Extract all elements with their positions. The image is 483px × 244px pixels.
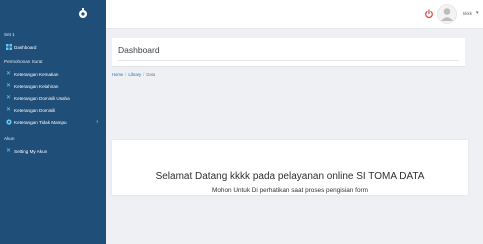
sidebar-item-domisili[interactable]: ✕ Keterangan Domisili [0,104,106,116]
sidebar-section-permohonan: Permohonan Surat [4,59,43,64]
sidebar-item-label: Keterangan Domisili [14,107,56,113]
sidebar-item-tidak-mampu[interactable]: Keterangan Tidak Mampu › [0,116,106,128]
sidebar-toggle-icon[interactable] [76,7,90,21]
welcome-subtext: Mohon Untuk Di perhatikan saat proses pe… [212,187,368,194]
avatar[interactable] [437,4,457,24]
breadcrumb-home[interactable]: Home [112,72,123,77]
sidebar-item-label: Setting My Akun [14,148,48,154]
sidebar-item-label: Keterangan Domisili Usaha [14,95,70,101]
sidebar-top [0,0,106,28]
breadcrumb-library[interactable]: Library [128,72,141,77]
breadcrumb-separator: / [125,72,127,77]
welcome-heading: Selamat Datang kkkk pada pelayanan onlin… [155,171,425,182]
sidebar: Set 1 Dashboard Permohonan Surat ✕ Keter… [0,0,106,244]
x-icon: ✕ [5,107,12,113]
topbar: kkkk ▾ [106,0,483,29]
chevron-down-icon[interactable]: ▾ [476,10,479,16]
breadcrumb-separator: / [143,72,145,77]
sidebar-item-label: Keterangan Kematian [14,71,59,77]
dashboard-icon [3,44,14,50]
sidebar-item-domisili-usaha[interactable]: ✕ Keterangan Domisili Usaha [0,92,106,104]
sidebar-item-setting-akun[interactable]: ✕ Setting My Akun [0,145,106,157]
x-icon: ✕ [5,83,12,89]
sidebar-section-akun: Akun [4,136,15,141]
x-icon: ✕ [5,148,12,154]
power-icon[interactable] [424,9,434,19]
x-icon: ✕ [5,71,12,77]
sidebar-item-label: Dashboard [14,44,37,50]
chevron-right-icon: › [96,119,98,125]
sidebar-item-label: Keterangan Tidak Mampu [14,119,67,125]
sidebar-item-label: Keterangan Kelahiran [14,83,59,89]
gear-icon [3,119,14,125]
page-title: Dashboard [118,45,160,55]
sidebar-item-kematian[interactable]: ✕ Keterangan Kematian [0,68,106,80]
breadcrumb: Home / Library / Data [112,72,155,77]
page-header: Dashboard [112,38,465,67]
breadcrumb-current: Data [146,72,156,77]
user-name[interactable]: kkkk [463,11,472,16]
sidebar-item-dashboard[interactable]: Dashboard [0,41,106,53]
sidebar-item-kelahiran[interactable]: ✕ Keterangan Kelahiran [0,80,106,92]
welcome-card: Selamat Datang kkkk pada pelayanan onlin… [112,140,468,195]
header-divider [118,60,459,61]
x-icon: ✕ [5,95,12,101]
sidebar-section-set: Set 1 [4,32,15,37]
